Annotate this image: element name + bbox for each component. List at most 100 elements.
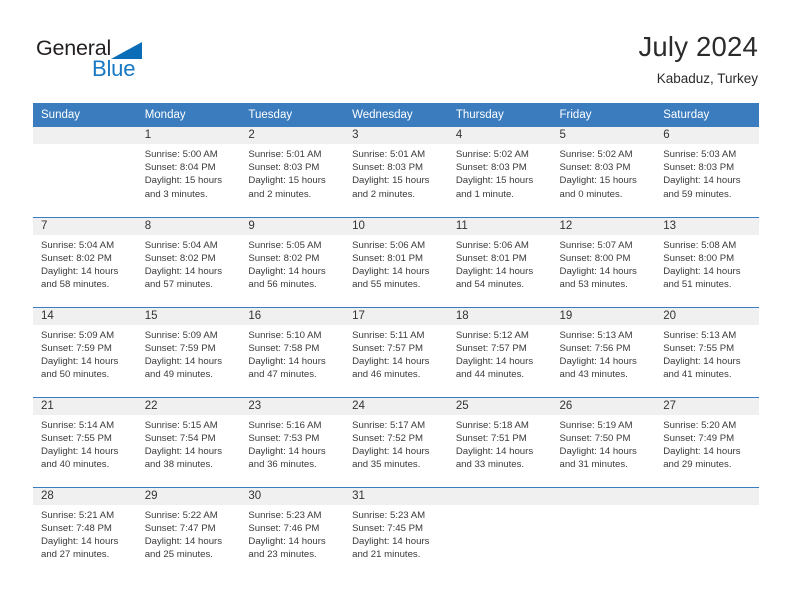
daylight-duration-line1: Daylight: 14 hours — [352, 445, 430, 457]
sunset-time: Sunset: 7:48 PM — [41, 522, 112, 534]
daylight-duration-line1: Daylight: 14 hours — [41, 535, 119, 547]
sunrise-time: Sunrise: 5:09 AM — [41, 329, 115, 341]
daylight-duration-line2: and 1 minute. — [455, 188, 514, 200]
calendar-day-cell[interactable]: 28 Sunrise: 5:21 AM Sunset: 7:48 PM Dayligh… — [33, 486, 137, 577]
daylight-duration-line1: Daylight: 14 hours — [455, 445, 534, 457]
daylight-duration-line1: Daylight: 14 hours — [352, 355, 430, 367]
sunset-time: Sunset: 7:57 PM — [455, 342, 527, 354]
calendar-day-cell[interactable]: 24 Sunrise: 5:17 AM Sunset: 7:52 PM Dayligh… — [344, 396, 448, 487]
day-details: Sunrise: 5:12 AM Sunset: 7:57 PM Daylight:… — [448, 325, 552, 382]
sunrise-time: Sunrise: 5:04 AM — [144, 239, 218, 251]
daylight-duration-line1: Daylight: 14 hours — [663, 265, 741, 277]
calendar-day-cell[interactable]: 7 Sunrise: 5:04 AM Sunset: 8:02 PM Daylight… — [33, 216, 137, 307]
daylight-duration-line2: and 35 minutes. — [352, 459, 421, 471]
calendar-day-cell[interactable]: 29 Sunrise: 5:22 AM Sunset: 7:47 PM Dayligh… — [136, 486, 241, 577]
daylight-duration-line2: and 38 minutes. — [144, 459, 213, 471]
day-details: Sunrise: 5:10 AM Sunset: 7:58 PM Daylight:… — [240, 325, 344, 382]
daylight-duration-line2: and 47 minutes. — [248, 369, 317, 381]
daylight-duration-line2: and 46 minutes. — [352, 369, 421, 381]
calendar-day-cell[interactable]: 8 Sunrise: 5:04 AM Sunset: 8:02 PM Daylight… — [136, 216, 241, 307]
daylight-duration-line2: and 31 minutes. — [559, 459, 628, 471]
calendar-day-cell[interactable]: 12 Sunrise: 5:07 AM Sunset: 8:00 PM Dayligh… — [551, 216, 656, 307]
calendar-day-cell[interactable]: 26 Sunrise: 5:19 AM Sunset: 7:50 PM Dayligh… — [551, 396, 656, 487]
day-number: 13 — [655, 217, 759, 235]
daylight-duration-line1: Daylight: 14 hours — [352, 265, 430, 277]
calendar-day-cell[interactable]: 3 Sunrise: 5:01 AM Sunset: 8:03 PM Daylight… — [344, 127, 448, 217]
day-number: 21 — [33, 397, 137, 415]
logo-text-blue: Blue — [92, 56, 136, 81]
daylight-duration-line1: Daylight: 14 hours — [663, 355, 741, 367]
sunrise-time: Sunrise: 5:14 AM — [41, 419, 115, 431]
daylight-duration-line2: and 57 minutes. — [144, 279, 213, 291]
calendar-day-cell[interactable]: 21 Sunrise: 5:14 AM Sunset: 7:55 PM Dayligh… — [33, 396, 137, 487]
sunset-time: Sunset: 8:01 PM — [455, 252, 527, 264]
weekday-header: Sunday Monday Tuesday Wednesday Thursday… — [33, 103, 759, 127]
sunset-time: Sunset: 7:59 PM — [41, 342, 112, 354]
calendar-day-cell[interactable]: 17 Sunrise: 5:11 AM Sunset: 7:57 PM Dayligh… — [344, 306, 448, 397]
daylight-duration-line1: Daylight: 14 hours — [559, 355, 637, 367]
daylight-duration-line2: and 33 minutes. — [455, 459, 525, 471]
page-title: July 2024 — [638, 31, 758, 62]
general-blue-logo[interactable]: General Blue — [36, 36, 256, 88]
weekday-sunday: Sunday — [33, 103, 137, 127]
sunrise-time: Sunrise: 5:15 AM — [144, 419, 218, 431]
daylight-duration-line2: and 54 minutes. — [455, 279, 525, 291]
day-details: Sunrise: 5:09 AM Sunset: 7:59 PM Daylight:… — [33, 325, 137, 382]
daylight-duration-line2: and 3 minutes. — [144, 188, 208, 200]
daylight-duration-line2: and 25 minutes. — [144, 549, 213, 561]
daylight-duration-line1: Daylight: 14 hours — [352, 535, 430, 547]
day-number: 3 — [344, 127, 448, 144]
daylight-duration-line1: Daylight: 14 hours — [455, 265, 534, 277]
calendar-day-cell[interactable]: 1 Sunrise: 5:00 AM Sunset: 8:04 PM Daylight… — [136, 127, 241, 217]
day-number — [33, 127, 137, 144]
day-number: 30 — [240, 487, 345, 505]
day-details: Sunrise: 5:01 AM Sunset: 8:03 PM Daylight:… — [240, 144, 344, 201]
calendar-day-cell[interactable]: 2 Sunrise: 5:01 AM Sunset: 8:03 PM Daylight… — [240, 127, 345, 217]
calendar-day-cell[interactable]: 10 Sunrise: 5:06 AM Sunset: 8:01 PM Dayligh… — [344, 216, 448, 307]
calendar-day-cell-empty — [33, 127, 137, 217]
calendar-day-cell[interactable]: 11 Sunrise: 5:06 AM Sunset: 8:01 PM Dayligh… — [447, 216, 552, 307]
calendar-day-cell-empty — [447, 486, 552, 577]
day-number: 20 — [655, 307, 759, 325]
day-number: 12 — [551, 217, 656, 235]
calendar-day-cell[interactable]: 31 Sunrise: 5:23 AM Sunset: 7:45 PM Dayligh… — [344, 486, 448, 577]
calendar-day-cell[interactable]: 9 Sunrise: 5:05 AM Sunset: 8:02 PM Daylight… — [240, 216, 345, 307]
calendar-day-cell[interactable]: 16 Sunrise: 5:10 AM Sunset: 7:58 PM Dayligh… — [240, 306, 345, 397]
sunrise-time: Sunrise: 5:19 AM — [559, 419, 633, 431]
calendar-day-cell[interactable]: 27 Sunrise: 5:20 AM Sunset: 7:49 PM Dayligh… — [655, 396, 759, 487]
daylight-duration-line2: and 2 minutes. — [352, 188, 416, 200]
day-details: Sunrise: 5:16 AM Sunset: 7:53 PM Daylight:… — [240, 415, 344, 472]
calendar-day-cell[interactable]: 25 Sunrise: 5:18 AM Sunset: 7:51 PM Dayligh… — [447, 396, 552, 487]
sunrise-time: Sunrise: 5:12 AM — [455, 329, 529, 341]
calendar-day-cell[interactable]: 5 Sunrise: 5:02 AM Sunset: 8:03 PM Daylight… — [551, 127, 656, 217]
calendar-day-cell[interactable]: 30 Sunrise: 5:23 AM Sunset: 7:46 PM Dayligh… — [240, 486, 345, 577]
day-number: 2 — [240, 127, 345, 144]
daylight-duration-line1: Daylight: 14 hours — [144, 445, 223, 457]
calendar-day-cell[interactable]: 20 Sunrise: 5:13 AM Sunset: 7:55 PM Dayligh… — [655, 306, 759, 397]
calendar-day-cell[interactable]: 6 Sunrise: 5:03 AM Sunset: 8:03 PM Daylight… — [655, 127, 759, 217]
calendar-week-row: 7 Sunrise: 5:04 AM Sunset: 8:02 PM Daylight… — [33, 216, 759, 307]
day-details: Sunrise: 5:06 AM Sunset: 8:01 PM Daylight:… — [344, 235, 448, 292]
calendar-day-cell[interactable]: 4 Sunrise: 5:02 AM Sunset: 8:03 PM Daylight… — [447, 127, 552, 217]
daylight-duration-line1: Daylight: 14 hours — [559, 265, 637, 277]
calendar-day-cell[interactable]: 14 Sunrise: 5:09 AM Sunset: 7:59 PM Dayligh… — [33, 306, 137, 397]
day-details: Sunrise: 5:04 AM Sunset: 8:02 PM Daylight:… — [137, 235, 241, 292]
sunset-time: Sunset: 7:57 PM — [352, 342, 424, 354]
calendar-day-cell[interactable]: 15 Sunrise: 5:09 AM Sunset: 7:59 PM Dayligh… — [136, 306, 241, 397]
sunset-time: Sunset: 7:58 PM — [248, 342, 320, 354]
day-number: 28 — [33, 487, 137, 505]
day-number — [655, 487, 759, 505]
calendar-day-cell[interactable]: 18 Sunrise: 5:12 AM Sunset: 7:57 PM Dayligh… — [447, 306, 552, 397]
calendar-day-cell[interactable]: 22 Sunrise: 5:15 AM Sunset: 7:54 PM Dayligh… — [136, 396, 241, 487]
calendar-day-cell[interactable]: 19 Sunrise: 5:13 AM Sunset: 7:56 PM Dayligh… — [551, 306, 656, 397]
sunset-time: Sunset: 7:49 PM — [663, 432, 735, 444]
daylight-duration-line1: Daylight: 14 hours — [41, 265, 119, 277]
sunset-time: Sunset: 8:03 PM — [559, 162, 631, 174]
daylight-duration-line2: and 27 minutes. — [41, 549, 110, 561]
sunset-time: Sunset: 7:46 PM — [248, 522, 320, 534]
calendar-day-cell[interactable]: 23 Sunrise: 5:16 AM Sunset: 7:53 PM Dayligh… — [240, 396, 345, 487]
calendar-week-row: 1 Sunrise: 5:00 AM Sunset: 8:04 PM Daylight… — [33, 127, 759, 217]
daylight-duration-line1: Daylight: 14 hours — [663, 175, 741, 187]
calendar-day-cell[interactable]: 13 Sunrise: 5:08 AM Sunset: 8:00 PM Dayligh… — [655, 216, 759, 307]
daylight-duration-line1: Daylight: 14 hours — [248, 445, 326, 457]
